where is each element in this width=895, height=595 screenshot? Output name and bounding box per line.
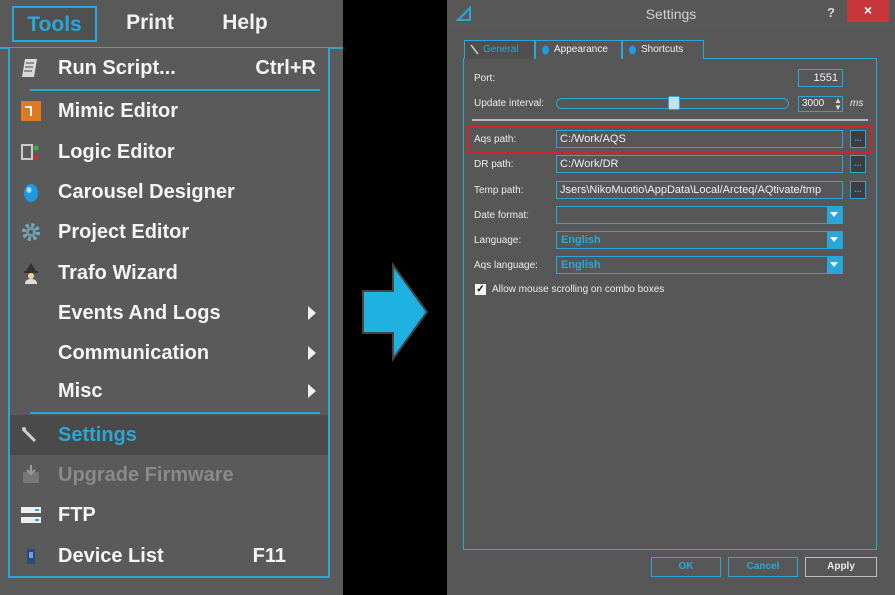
menu-item-device-list[interactable]: Device List F11: [10, 536, 328, 576]
menu-item-label: FTP: [58, 504, 96, 526]
slider-thumb[interactable]: [668, 96, 680, 110]
wrench-icon: [21, 427, 37, 443]
update-interval-label: Update interval:: [474, 98, 545, 109]
chevron-down-icon[interactable]: [827, 257, 842, 273]
tools-menu-panel: Tools Print Help Run Script... Ctrl+R Mi…: [0, 0, 343, 595]
gear-icon: [22, 223, 40, 241]
mouse-scroll-checkbox[interactable]: ✓: [475, 284, 486, 295]
temp-path-label: Temp path:: [474, 185, 524, 196]
port-field[interactable]: 1551: [798, 69, 843, 87]
dialog-titlebar[interactable]: Settings ? ×: [447, 0, 895, 30]
firmware-icon: [23, 465, 39, 483]
menu-separator: [30, 412, 320, 414]
menu-item-carousel-designer[interactable]: Carousel Designer: [10, 172, 328, 212]
close-button[interactable]: ×: [847, 0, 889, 22]
menu-item-shortcut: Ctrl+R: [255, 57, 316, 79]
menu-item-label: Project Editor: [58, 221, 190, 243]
menu-item-label: Logic Editor: [58, 141, 175, 163]
aqs-path-field[interactable]: C:/Work/AQS: [556, 130, 843, 148]
submenu-arrow-icon: [308, 384, 316, 398]
language-label: Language:: [474, 235, 522, 246]
settings-dialog: Settings ? × General Appearance Shortcut…: [447, 0, 895, 595]
menu-item-mimic-editor[interactable]: Mimic Editor: [10, 91, 328, 131]
ok-button[interactable]: OK: [651, 557, 721, 577]
temp-path-browse-button[interactable]: ...: [850, 181, 866, 199]
temp-path-field[interactable]: Jsers\NikoMuotio\AppData\Local/Arcteq/AQ…: [556, 181, 843, 199]
menubar: Tools Print Help: [0, 0, 343, 48]
menu-item-label: Trafo Wizard: [58, 262, 178, 284]
wizard-icon: [24, 263, 38, 284]
menu-item-label: Device List: [58, 545, 164, 567]
language-value: English: [561, 234, 601, 246]
dr-path-label: DR path:: [474, 159, 514, 170]
mouse-scroll-checkbox-label[interactable]: Allow mouse scrolling on combo boxes: [492, 284, 664, 295]
interval-unit: ms: [850, 98, 864, 109]
menu-item-communication[interactable]: Communication: [10, 333, 328, 373]
dr-path-browse-button[interactable]: ...: [850, 155, 866, 173]
menu-item-events-and-logs[interactable]: Events And Logs: [10, 293, 328, 333]
menu-item-trafo-wizard[interactable]: Trafo Wizard: [10, 253, 328, 293]
menu-item-label: Settings: [58, 424, 137, 446]
carousel-icon: [542, 45, 549, 55]
chevron-down-icon[interactable]: [827, 207, 842, 223]
tab-general[interactable]: General: [464, 40, 535, 59]
menu-item-logic-editor[interactable]: Logic Editor: [10, 132, 328, 172]
dr-path-field[interactable]: C:/Work/DR: [556, 155, 843, 173]
tab-shortcuts[interactable]: Shortcuts: [622, 40, 704, 59]
menu-item-label: Run Script...: [58, 57, 176, 79]
carousel-icon: [629, 45, 636, 55]
menu-item-settings[interactable]: Settings: [10, 415, 328, 455]
submenu-arrow-icon: [308, 306, 316, 320]
menu-item-label: Upgrade Firmware: [58, 464, 234, 486]
menu-item-label: Misc: [58, 380, 103, 402]
chevron-down-icon[interactable]: [827, 232, 842, 248]
menu-item-label: Communication: [58, 342, 210, 364]
carousel-icon: [24, 184, 38, 202]
aqs-path-label: Aqs path:: [474, 134, 517, 145]
date-format-label: Date format:: [474, 210, 530, 221]
menu-item-ftp[interactable]: FTP: [10, 495, 328, 535]
aqs-language-label: Aqs language:: [474, 260, 538, 271]
help-button[interactable]: ?: [827, 5, 835, 20]
aqs-language-select[interactable]: English: [556, 256, 843, 274]
menu-item-label: Carousel Designer: [58, 181, 235, 203]
mimic-editor-icon: [21, 101, 41, 121]
wrench-icon: [470, 44, 479, 55]
menubar-print[interactable]: Print: [110, 6, 190, 42]
section-divider: [472, 119, 868, 121]
ftp-icon: [21, 507, 41, 523]
menubar-help[interactable]: Help: [205, 6, 285, 42]
menubar-tools[interactable]: Tools: [12, 6, 97, 42]
tab-appearance[interactable]: Appearance: [535, 40, 622, 59]
date-format-select[interactable]: [556, 206, 843, 224]
menu-item-shortcut: F11: [252, 545, 286, 567]
script-icon: [22, 59, 37, 77]
submenu-arrow-icon: [308, 346, 316, 360]
menu-item-label: Events And Logs: [58, 302, 221, 324]
screenshot-composite: Tools Print Help Run Script... Ctrl+R Mi…: [0, 0, 895, 595]
menu-item-label: Mimic Editor: [58, 100, 179, 122]
tab-label: Shortcuts: [641, 44, 684, 55]
transition-arrow-icon: [362, 262, 429, 362]
port-label: Port:: [474, 73, 496, 84]
menu-item-misc[interactable]: Misc: [10, 371, 328, 411]
language-select[interactable]: English: [556, 231, 843, 249]
logic-editor-icon: [21, 144, 39, 160]
tab-label: Appearance: [554, 44, 608, 55]
cancel-button[interactable]: Cancel: [728, 557, 798, 577]
aqs-path-browse-button[interactable]: ...: [850, 130, 866, 148]
aqs-language-value: English: [561, 259, 601, 271]
menu-item-run-script[interactable]: Run Script... Ctrl+R: [10, 48, 328, 88]
menu-item-project-editor[interactable]: Project Editor: [10, 212, 328, 252]
tools-dropdown: Run Script... Ctrl+R Mimic Editor Logic …: [8, 48, 330, 578]
apply-button[interactable]: Apply: [805, 557, 877, 577]
device-icon: [27, 549, 35, 564]
tab-label: General: [483, 44, 519, 55]
menu-item-upgrade-firmware[interactable]: Upgrade Firmware: [10, 455, 328, 495]
spinner-arrows-icon[interactable]: ▲ ▼: [834, 97, 842, 112]
